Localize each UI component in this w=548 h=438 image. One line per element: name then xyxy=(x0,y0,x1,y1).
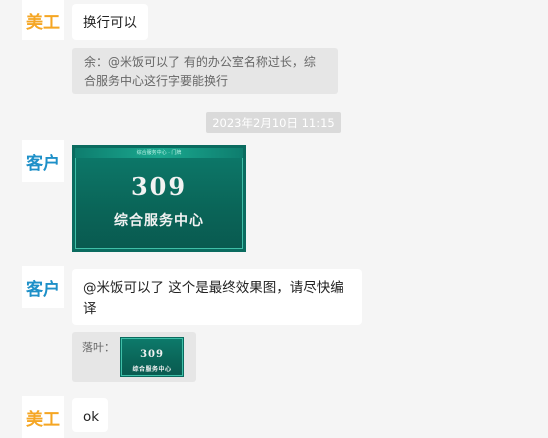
room-number: 309 xyxy=(130,172,188,201)
plate-header-text: 综合服务中心 · 门牌 xyxy=(136,150,182,156)
quoted-image-thumbnail: 309 综合服务中心 xyxy=(120,337,184,377)
message-text: @米饭可以了 这个是最终效果图，请尽快编译 xyxy=(83,280,344,317)
sender-avatar-kehu[interactable]: 客户 xyxy=(22,266,64,308)
quoted-message[interactable]: 落叶： 309 综合服务中心 xyxy=(72,332,196,382)
sender-name: 客户 xyxy=(26,279,60,300)
sender-name: 美工 xyxy=(26,12,60,33)
message-text: ok xyxy=(83,409,100,425)
room-name: 综合服务中心 xyxy=(114,213,204,229)
message-bubble[interactable]: 换行可以 xyxy=(72,4,148,40)
image-message[interactable]: 综合服务中心 · 门牌 309 综合服务中心 xyxy=(72,145,246,252)
sender-name: 美工 xyxy=(26,409,60,430)
quoted-prefix: 落叶： xyxy=(82,341,115,354)
message-timestamp: 2023年2月10日 11:15 xyxy=(206,112,341,133)
quoted-message[interactable]: 余：@米饭可以了 有的办公室名称过长，综合服务中心这行字要能换行 xyxy=(72,48,338,94)
room-name: 综合服务中心 xyxy=(132,366,172,373)
sender-avatar-kehu[interactable]: 客户 xyxy=(22,140,64,182)
sender-avatar-meigong[interactable]: 美工 xyxy=(22,0,64,40)
message-bubble[interactable]: ok xyxy=(72,398,108,432)
message-bubble[interactable]: @米饭可以了 这个是最终效果图，请尽快编译 xyxy=(72,269,362,325)
door-plate-thumbnail: 309 综合服务中心 xyxy=(121,338,183,376)
door-plate-image: 综合服务中心 · 门牌 309 综合服务中心 xyxy=(75,148,243,249)
message-text: 换行可以 xyxy=(83,15,137,31)
timestamp-text: 2023年2月10日 11:15 xyxy=(212,115,335,130)
sender-avatar-meigong[interactable]: 美工 xyxy=(22,396,64,438)
sender-name: 客户 xyxy=(26,153,60,174)
quoted-text: 余：@米饭可以了 有的办公室名称过长，综合服务中心这行字要能换行 xyxy=(84,55,316,88)
